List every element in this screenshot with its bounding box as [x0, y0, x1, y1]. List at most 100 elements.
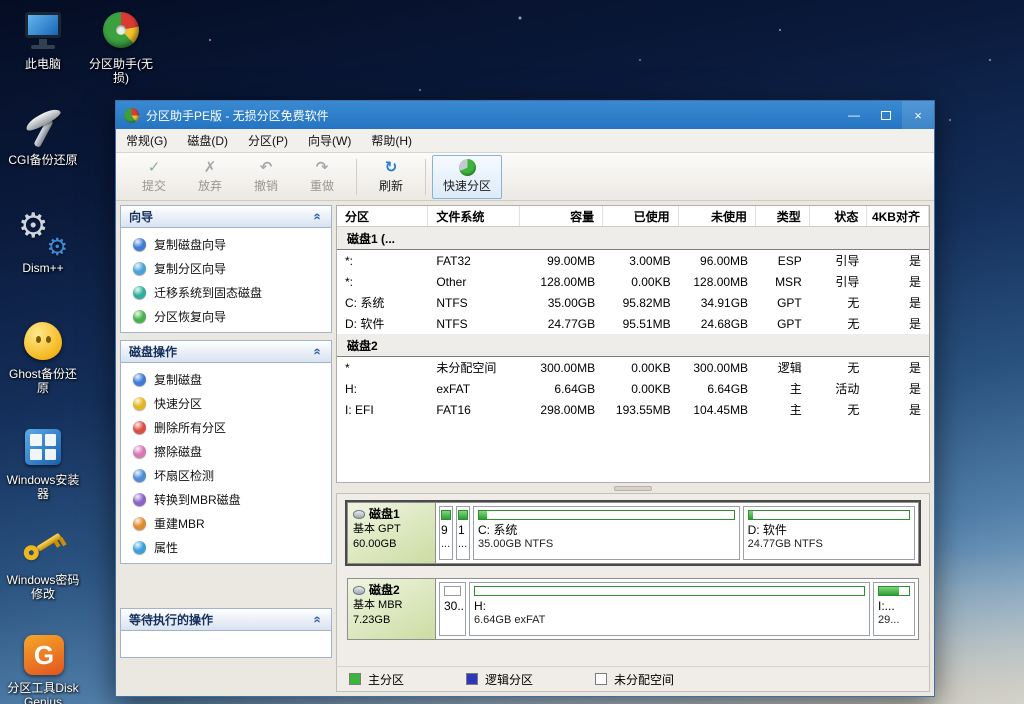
col-partition[interactable]: 分区: [337, 206, 428, 226]
disk1-group-row[interactable]: 磁盘1 (...: [337, 227, 929, 250]
sidebar-item-delete-all-partitions[interactable]: 删除所有分区: [121, 415, 331, 439]
quick-partition-icon: [459, 159, 476, 176]
partition-box-c[interactable]: C: 系统 35.00GB NTFS: [473, 506, 740, 560]
cell-filesystem: exFAT: [428, 382, 519, 396]
sidebar-item-copy-partition-wizard[interactable]: 复制分区向导: [121, 256, 331, 280]
section-pending-operations-header[interactable]: 等待执行的操作 «: [121, 609, 331, 631]
sidebar-item-bad-sector-check[interactable]: 坏扇区检测: [121, 463, 331, 487]
cell-type: GPT: [756, 317, 810, 331]
partition-title: D: 软件: [748, 523, 910, 537]
table-row[interactable]: * 未分配空间 300.00MB 0.00KB 300.00MB 逻辑 无 是: [337, 357, 929, 378]
partition-title: C: 系统: [478, 523, 735, 537]
table-row[interactable]: D: 软件 NTFS 24.77GB 95.51MB 24.68GB GPT 无…: [337, 313, 929, 334]
partition-box-esp[interactable]: 9 ...: [439, 506, 453, 560]
disk2-label[interactable]: 磁盘2 基本 MBR 7.23GB: [348, 579, 436, 639]
cell-unused: 128.00MB: [679, 275, 756, 289]
sidebar-item-copy-disk[interactable]: 复制磁盘: [121, 367, 331, 391]
titlebar[interactable]: 分区助手PE版 - 无损分区免费软件 — ×: [116, 101, 934, 129]
quick-partition-button[interactable]: 快速分区: [432, 155, 502, 199]
sidebar-item-quick-partition[interactable]: 快速分区: [121, 391, 331, 415]
toolbar: ✓ 提交 ✗ 放弃 ↶ 撤销 ↷ 重做 ↻ 刷新 快速分区: [116, 153, 934, 201]
cell-status: 无: [810, 294, 868, 311]
desktop-icon-ghost-backup[interactable]: Ghost备份还原: [4, 318, 82, 395]
cell-used: 0.00KB: [603, 382, 678, 396]
partition-box-h[interactable]: H: 6.64GB exFAT: [469, 582, 870, 636]
cell-filesystem: NTFS: [428, 317, 519, 331]
sidebar-item-migrate-os-to-ssd[interactable]: 迁移系统到固态磁盘: [121, 280, 331, 304]
collapse-icon[interactable]: «: [311, 613, 326, 627]
menu-help[interactable]: 帮助(H): [361, 129, 422, 152]
col-status[interactable]: 状态: [810, 206, 868, 226]
desktop-icon-partition-assistant[interactable]: 分区助手(无损): [82, 8, 160, 85]
pending-operations-list[interactable]: [121, 631, 331, 657]
partition-box-msr[interactable]: 1 ...: [456, 506, 470, 560]
collapse-icon[interactable]: «: [311, 345, 326, 359]
delete-all-partitions-icon: [133, 421, 146, 434]
partition-sub: 6.64GB exFAT: [474, 613, 865, 627]
col-filesystem[interactable]: 文件系统: [428, 206, 519, 226]
partition-assistant-icon: [98, 8, 144, 54]
partition-box-unallocated[interactable]: 30...: [439, 582, 466, 636]
menu-disk[interactable]: 磁盘(D): [177, 129, 238, 152]
disk1-row[interactable]: 磁盘1 基本 GPT 60.00GB 9 ... 1 ..: [347, 502, 919, 564]
desktop-icon-diskgenius[interactable]: G 分区工具DiskGenius: [4, 632, 82, 704]
desktop-icon-dism[interactable]: ⚙⚙ Dism++: [4, 212, 82, 275]
table-row[interactable]: C: 系统 NTFS 35.00GB 95.82MB 34.91GB GPT 无…: [337, 292, 929, 313]
collapse-icon[interactable]: «: [311, 210, 326, 224]
partition-box-d[interactable]: D: 软件 24.77GB NTFS: [743, 506, 915, 560]
col-capacity[interactable]: 容量: [520, 206, 603, 226]
maximize-button[interactable]: [870, 101, 902, 129]
col-used[interactable]: 已使用: [603, 206, 678, 226]
cell-4kb: 是: [867, 252, 929, 269]
maximize-icon: [881, 111, 891, 120]
copy-disk-icon: [133, 373, 146, 386]
cell-partition: H:: [337, 382, 428, 396]
desktop-icon-this-pc[interactable]: 此电脑: [4, 8, 82, 71]
sidebar-item-partition-recovery-wizard[interactable]: 分区恢复向导: [121, 304, 331, 328]
desktop-icon-windows-installer[interactable]: Windows安装器: [4, 424, 82, 501]
cell-unused: 6.64GB: [679, 382, 756, 396]
menu-general[interactable]: 常规(G): [116, 129, 177, 152]
refresh-button[interactable]: ↻ 刷新: [363, 155, 419, 199]
panel-splitter[interactable]: [336, 483, 930, 493]
section-wizards-header[interactable]: 向导 «: [121, 206, 331, 228]
item-label: 重建MBR: [154, 515, 205, 532]
col-4kb-aligned[interactable]: 4KB对齐: [867, 206, 929, 226]
discard-button[interactable]: ✗ 放弃: [182, 155, 238, 199]
commit-button[interactable]: ✓ 提交: [126, 155, 182, 199]
sidebar-item-convert-to-mbr[interactable]: 转换到MBR磁盘: [121, 487, 331, 511]
splitter-grip[interactable]: [614, 486, 652, 491]
minimize-button[interactable]: —: [838, 101, 870, 129]
disk2-row[interactable]: 磁盘2 基本 MBR 7.23GB 30... H: 6: [347, 578, 919, 640]
section-disk-operations-header[interactable]: 磁盘操作 «: [121, 341, 331, 363]
cell-status: 无: [810, 359, 868, 376]
diskgenius-glyph: G: [24, 635, 64, 675]
disk-scheme: 基本 GPT: [353, 522, 430, 537]
sidebar-item-copy-disk-wizard[interactable]: 复制磁盘向导: [121, 232, 331, 256]
cell-capacity: 298.00MB: [520, 403, 603, 417]
desktop-icon-windows-password[interactable]: Windows密码修改: [4, 524, 82, 601]
menu-wizard[interactable]: 向导(W): [298, 129, 361, 152]
close-icon: ×: [914, 108, 922, 123]
sidebar-item-wipe-disk[interactable]: 擦除磁盘: [121, 439, 331, 463]
undo-button[interactable]: ↶ 撤销: [238, 155, 294, 199]
partition-box-i[interactable]: I:... 29...: [873, 582, 915, 636]
cell-type: 主: [756, 401, 810, 418]
col-unused[interactable]: 未使用: [679, 206, 756, 226]
table-row[interactable]: *: FAT32 99.00MB 3.00MB 96.00MB ESP 引导 是: [337, 250, 929, 271]
close-button[interactable]: ×: [902, 101, 934, 129]
sidebar-item-rebuild-mbr[interactable]: 重建MBR: [121, 511, 331, 535]
disk2-group-row[interactable]: 磁盘2: [337, 334, 929, 357]
disk-name: 磁盘2: [369, 583, 400, 598]
desktop-icon-cgi-backup[interactable]: CGI备份还原: [4, 104, 82, 167]
sidebar-item-properties[interactable]: 属性: [121, 535, 331, 559]
menu-partition[interactable]: 分区(P): [238, 129, 298, 152]
col-type[interactable]: 类型: [756, 206, 810, 226]
table-row[interactable]: I: EFI FAT16 298.00MB 193.55MB 104.45MB …: [337, 399, 929, 420]
table-row[interactable]: H: exFAT 6.64GB 0.00KB 6.64GB 主 活动 是: [337, 378, 929, 399]
redo-button[interactable]: ↷ 重做: [294, 155, 350, 199]
cell-unused: 96.00MB: [679, 254, 756, 268]
disk1-label[interactable]: 磁盘1 基本 GPT 60.00GB: [348, 503, 436, 563]
table-row[interactable]: *: Other 128.00MB 0.00KB 128.00MB MSR 引导…: [337, 271, 929, 292]
disk-icon: [353, 586, 365, 595]
